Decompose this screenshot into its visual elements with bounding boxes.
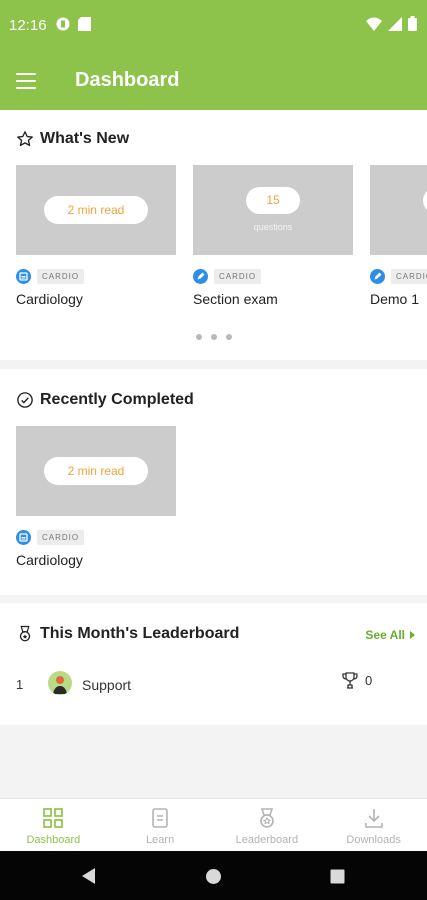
see-all-link[interactable]: See All <box>365 628 415 642</box>
card-meta: CARDIO <box>16 530 85 545</box>
card-thumbnail: 2 min read <box>16 165 176 255</box>
system-navigation-bar <box>0 851 427 900</box>
whats-new-title: What's New <box>40 130 130 147</box>
content-card[interactable]: CARDIO Demo 1 <box>370 165 427 307</box>
card-thumbnail <box>370 165 427 255</box>
card-title: Cardiology <box>16 291 83 307</box>
card-title: Section exam <box>193 291 278 307</box>
card-title: Demo 1 <box>370 291 420 307</box>
read-time-badge: 2 min read <box>44 196 148 224</box>
carousel-page-dots[interactable] <box>196 334 232 340</box>
card-meta: CARDIO <box>16 269 85 284</box>
nav-label-dashboard: Dashboard <box>26 834 81 846</box>
page-dot[interactable] <box>226 334 232 340</box>
leaderboard-row[interactable]: 1 Support 0 <box>0 667 427 703</box>
page-title: Dashboard <box>75 69 180 91</box>
category-tag: CARDIO <box>37 530 85 545</box>
recent-apps-icon[interactable] <box>330 869 345 884</box>
downloads-icon <box>364 809 383 828</box>
content-card[interactable]: 15 questions CARDIO Section exam <box>193 165 353 307</box>
wifi-icon <box>366 17 382 31</box>
trophy-icon <box>342 672 358 689</box>
recently-completed-title: Recently Completed <box>40 391 194 408</box>
card-badge <box>423 187 427 214</box>
nav-label-learn: Learn <box>146 834 175 846</box>
card-meta: CARDIO <box>370 269 427 284</box>
recently-completed-section: Recently Completed 2 min read CARDIO Car… <box>0 369 427 595</box>
whats-new-heading: What's New <box>16 130 129 148</box>
card-meta: CARDIO <box>193 269 262 284</box>
status-bar: 12:16 <box>0 0 427 52</box>
nav-item-leaderboard[interactable]: Leaderboard <box>214 799 321 851</box>
card-thumbnail: 2 min read <box>16 426 176 516</box>
score-value: 0 <box>365 673 373 688</box>
leaderboard-heading: This Month's Leaderboard <box>16 625 239 643</box>
chevron-right-icon <box>410 631 415 639</box>
main-content[interactable]: What's New 2 min read CARDIO Cardiology … <box>0 110 427 798</box>
learn-icon <box>152 808 168 828</box>
page-dot[interactable] <box>196 334 202 340</box>
see-all-label: See All <box>365 628 405 642</box>
status-app-icons <box>56 17 91 31</box>
leaderboard-score: 0 <box>342 672 372 689</box>
leaderboard-section: This Month's Leaderboard See All 1 Suppo… <box>0 603 427 725</box>
leaderboard-icon <box>260 808 274 828</box>
card-thumbnail: 15 questions <box>193 165 353 255</box>
recently-completed-heading: Recently Completed <box>16 391 194 409</box>
pencil-icon <box>193 269 208 284</box>
category-tag: CARDIO <box>214 269 262 284</box>
home-icon[interactable] <box>205 868 222 885</box>
card-title: Cardiology <box>16 552 83 568</box>
nav-label-leaderboard: Leaderboard <box>235 834 299 846</box>
category-tag: CARDIO <box>37 269 85 284</box>
medal-icon <box>19 625 31 642</box>
leaderboard-name: Support <box>82 677 132 693</box>
back-icon[interactable] <box>80 867 97 885</box>
category-tag: CARDIO <box>391 269 427 284</box>
leaderboard-title: This Month's Leaderboard <box>40 625 240 642</box>
battery-icon <box>408 16 417 31</box>
check-circle-icon <box>17 392 33 408</box>
nav-label-downloads: Downloads <box>346 834 401 846</box>
category-icon <box>16 530 31 545</box>
nav-item-downloads[interactable]: Downloads <box>320 799 427 851</box>
leaderboard-rank: 1 <box>16 677 24 692</box>
question-count-badge: 15 <box>246 187 300 214</box>
category-icon <box>16 269 31 284</box>
content-card[interactable]: 2 min read CARDIO Cardiology <box>16 165 176 307</box>
pencil-icon <box>370 269 385 284</box>
page-dot[interactable] <box>211 334 217 340</box>
nav-item-dashboard[interactable]: Dashboard <box>0 799 107 851</box>
signal-icon <box>388 16 402 31</box>
whats-new-section: What's New 2 min read CARDIO Cardiology … <box>0 110 427 360</box>
menu-button[interactable] <box>16 66 46 96</box>
app-bar: Dashboard <box>0 52 427 110</box>
bottom-navigation: Dashboard Learn Leaderboard Downloads <box>0 798 427 851</box>
dashboard-icon <box>43 808 64 828</box>
content-card[interactable]: 2 min read CARDIO Cardiology <box>16 426 176 568</box>
nav-item-learn[interactable]: Learn <box>107 799 214 851</box>
status-right-icons <box>366 16 417 31</box>
avatar <box>48 671 72 695</box>
star-icon <box>17 131 33 147</box>
status-time: 12:16 <box>9 17 47 34</box>
question-count-label: questions <box>253 222 293 232</box>
camera-status-icon <box>56 17 70 31</box>
read-time-badge: 2 min read <box>44 457 148 485</box>
sd-card-icon <box>78 17 91 31</box>
